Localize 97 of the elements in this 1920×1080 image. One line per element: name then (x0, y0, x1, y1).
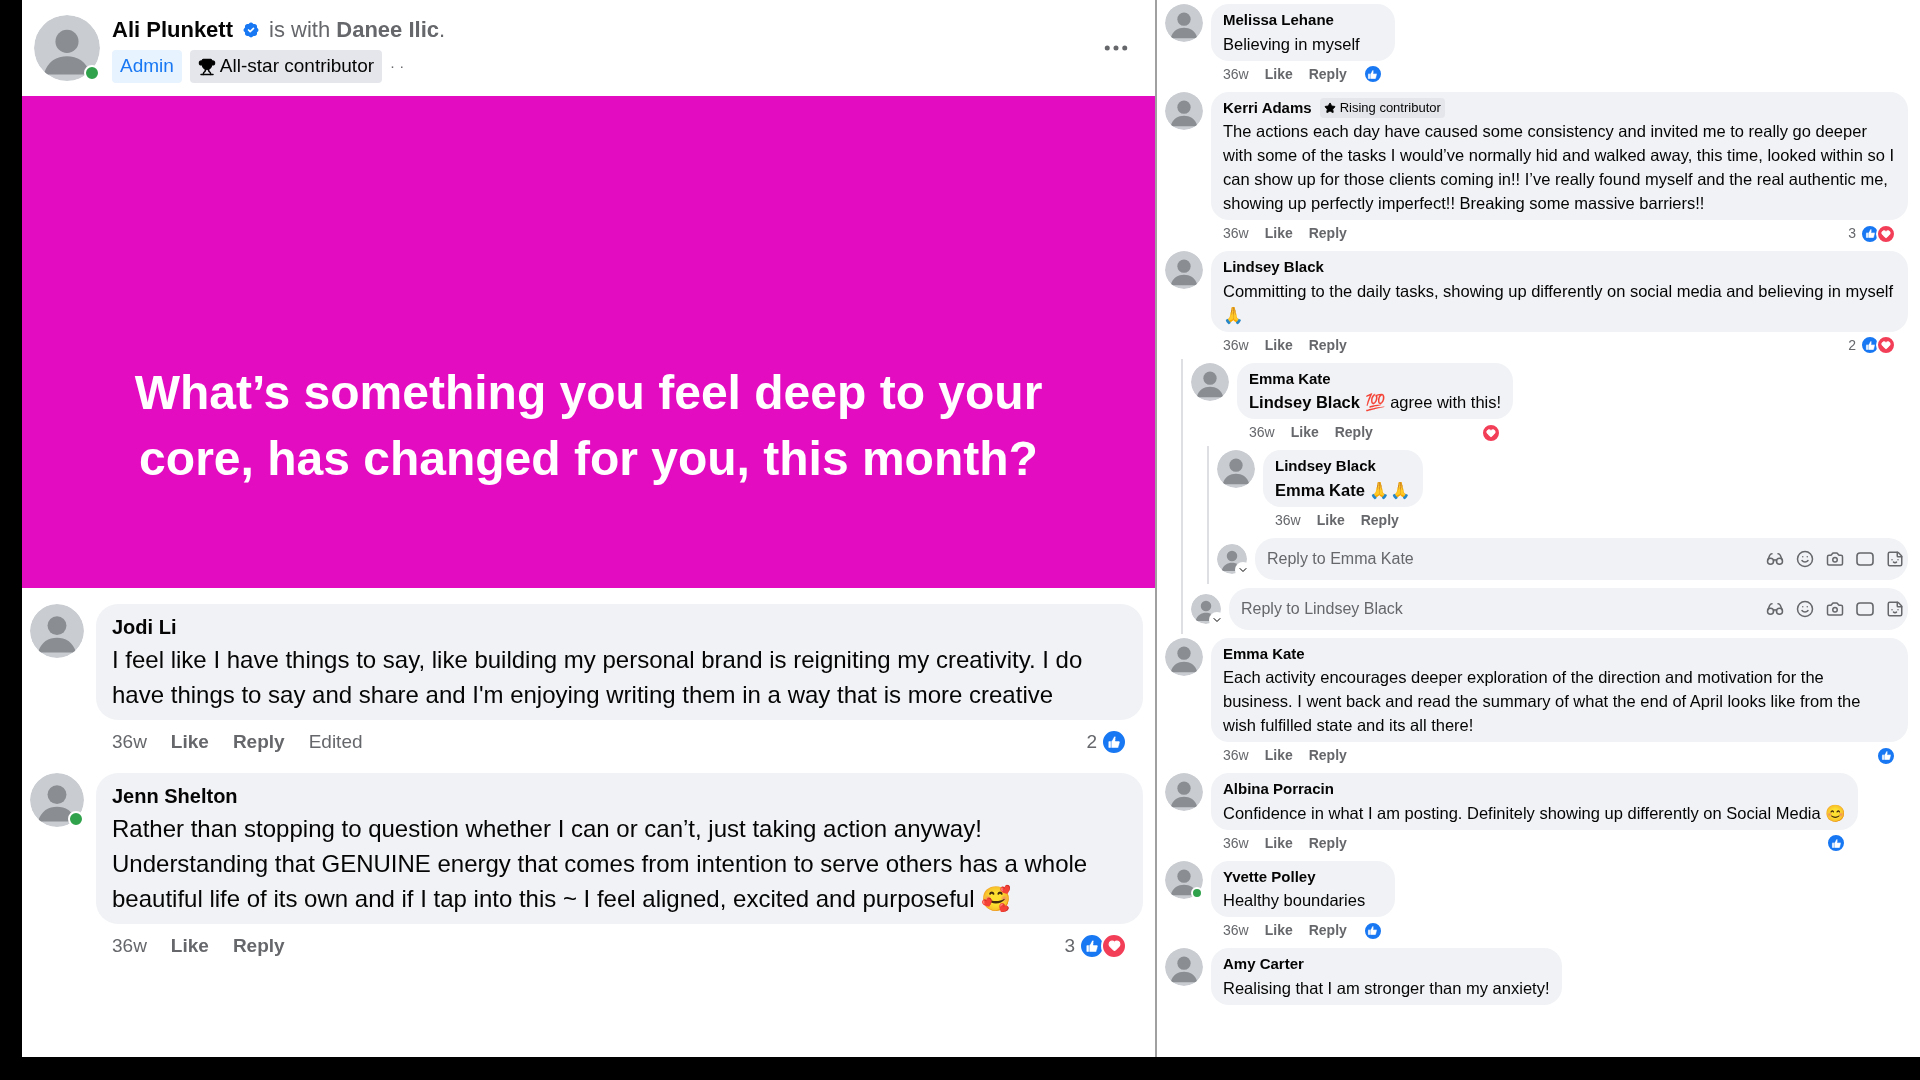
avatar[interactable] (1165, 948, 1203, 986)
commenter-name[interactable]: Jenn Shelton (112, 780, 238, 811)
camera-icon[interactable] (1826, 599, 1844, 618)
author-name[interactable]: Ali Plunkett (112, 13, 233, 47)
comment-action-link[interactable]: Reply (1360, 509, 1399, 531)
reaction-count[interactable]: 3 (1064, 931, 1075, 960)
comment-text: Believing in myself (1223, 33, 1361, 55)
commenter-name[interactable]: Amy Carter (1223, 953, 1304, 976)
smile-icon[interactable] (1796, 599, 1814, 618)
sticker-icon[interactable] (1886, 599, 1904, 618)
reaction-count[interactable]: 3 (1848, 223, 1856, 244)
trophy-icon (197, 57, 216, 76)
comment-action-link[interactable]: Like (1264, 745, 1293, 766)
comment-action-link[interactable]: Like (170, 931, 209, 960)
sticker-icon[interactable] (1886, 549, 1904, 568)
comment-text: I feel like I have things to say, like building my personal brand is reigniting my creativity. I do have things to say and share and I'm enjoying writing them in a way that is more creative (112, 645, 1084, 710)
avatar[interactable] (1165, 4, 1203, 42)
comment-action-link[interactable]: Like (170, 728, 209, 757)
reply-input[interactable]: Reply to Lindsey Black (1241, 596, 1754, 621)
comment-time[interactable]: 36w (1223, 920, 1249, 941)
avatar[interactable] (30, 772, 84, 827)
comment-action-link[interactable]: Like (1264, 832, 1293, 854)
avatar[interactable] (1217, 450, 1255, 488)
reaction-count[interactable]: 2 (1086, 728, 1097, 757)
comment-action-link[interactable]: Reply (1308, 63, 1347, 85)
comment-action-link[interactable]: Reply (1308, 745, 1347, 766)
comment-text: Each activity encourages deeper exploration of the direction and motivation for the business. I went back and read the summary of what the end of April looks like from the wish fulfilled state and its all there! (1223, 667, 1862, 736)
comment-text: Lindsey Black 💯 agree with this! (1249, 392, 1502, 414)
comment-action-link[interactable]: Like (1264, 334, 1293, 356)
commenter-name[interactable]: Melissa Lehane (1223, 9, 1334, 32)
love-reaction-icon (1876, 335, 1896, 355)
comment-action-link[interactable]: Reply (1308, 920, 1347, 941)
comment-time[interactable]: 36w (1223, 63, 1249, 85)
avatar[interactable] (1165, 773, 1203, 811)
comment-text: Emma Kate 🙏🙏 (1275, 479, 1412, 501)
rounded-frame-icon[interactable] (1856, 601, 1874, 616)
comment-action-link[interactable]: Reply (1308, 832, 1347, 854)
reaction-count[interactable]: 2 (1848, 334, 1856, 356)
comment-time[interactable]: 36w (1223, 223, 1249, 244)
commenter-name[interactable]: Emma Kate (1249, 367, 1331, 390)
comment-time[interactable]: 36w (1223, 745, 1249, 766)
comment-action-link[interactable]: Reply (1334, 422, 1373, 443)
avatar[interactable] (1165, 860, 1203, 899)
tagged-with-text: is with Danee Ilic. (269, 16, 446, 45)
star-icon (1323, 101, 1336, 114)
reply-field[interactable]: Reply to Lindsey Black (1229, 587, 1908, 630)
like-reaction-icon (1860, 335, 1880, 355)
avatar[interactable] (1165, 637, 1203, 676)
commenter-name[interactable]: Jodi Li (112, 612, 177, 642)
comment-time[interactable]: 36w (112, 728, 147, 757)
comment-time[interactable]: 36w (1249, 422, 1275, 443)
commenter-name[interactable]: Yvette Polley (1223, 865, 1316, 888)
commenter-name[interactable]: Emma Kate (1223, 642, 1305, 665)
comment-time[interactable]: 36w (1223, 832, 1249, 854)
badge-label: All-star contributor (219, 54, 375, 79)
comment-action-link[interactable]: Reply (232, 931, 285, 960)
commenter-name[interactable]: Albina Porracin (1223, 778, 1334, 801)
comment-time[interactable]: 36w (112, 931, 147, 960)
edited-label: Edited (308, 730, 363, 754)
love-reaction-icon (1876, 223, 1896, 244)
like-reaction-icon (1860, 223, 1880, 244)
reply-input[interactable]: Reply to Emma Kate (1267, 546, 1754, 571)
reply-field[interactable]: Reply to Emma Kate (1255, 537, 1908, 580)
camera-icon[interactable] (1826, 549, 1844, 568)
commenter-name[interactable]: Kerri Adams (1223, 96, 1312, 119)
avatar[interactable] (1165, 251, 1203, 289)
comment-action-link[interactable]: Like (1290, 422, 1319, 443)
comment-action-link[interactable]: Reply (232, 728, 285, 757)
comment-text: Realising that I am stronger than my anxiety! (1223, 977, 1550, 999)
avatar[interactable] (1191, 362, 1229, 401)
like-reaction-icon (1079, 932, 1105, 959)
smile-icon[interactable] (1796, 549, 1814, 568)
like-reaction-icon (1362, 64, 1383, 84)
comment-action-link[interactable]: Reply (1308, 334, 1347, 356)
comment-action-link[interactable]: Reply (1308, 223, 1347, 244)
meta-dots: · · (390, 56, 405, 77)
avatar[interactable] (30, 604, 84, 658)
comment-text: Confidence in what I am posting. Definitely showing up differently on Social Media 😊 (1223, 802, 1847, 824)
comment-time[interactable]: 36w (1223, 334, 1249, 356)
comment-text: The actions each day have caused some consistency and invited me to really go deeper with some of the tasks I would’ve normally hid and walked away, this time, looked within so I can show up for those clients coming in!! I’ve really found myself and the real authentic me, showing up perfectly imperfect!! Breaking some massive barriers!! (1223, 121, 1895, 214)
commenter-name[interactable]: Lindsey Black (1223, 256, 1324, 279)
like-reaction-icon (1826, 833, 1847, 853)
comment-action-link[interactable]: Like (1316, 509, 1345, 531)
comment-action-link[interactable]: Like (1264, 63, 1293, 85)
avatar[interactable] (1165, 91, 1203, 130)
badge-label: Rising contributor (1339, 99, 1441, 117)
comment-time[interactable]: 36w (1275, 509, 1301, 531)
commenter-name[interactable]: Lindsey Black (1275, 455, 1376, 478)
admin-badge: Admin (112, 50, 182, 83)
comment-text: Rather than stopping to question whether I can or can’t, just taking action anyway! Understanding that GENUINE energy that comes from intention to serve others has a whole beautiful life of its own and if I tap into this ~ I feel aligned, excited and purposeful 🥰 (112, 813, 1089, 914)
banner-text: What’s something you feel deep to your core, has changed for you, this month? (133, 365, 1044, 487)
comment-action-link[interactable]: Like (1264, 920, 1293, 941)
rounded-frame-icon[interactable] (1856, 551, 1874, 566)
avatar[interactable] (34, 15, 100, 81)
comment-action-link[interactable]: Like (1264, 223, 1293, 244)
comment-text: Healthy boundaries (1223, 890, 1367, 911)
comment-text: Committing to the daily tasks, showing up differently on social media and believing in myself 🙏 (1223, 280, 1895, 326)
